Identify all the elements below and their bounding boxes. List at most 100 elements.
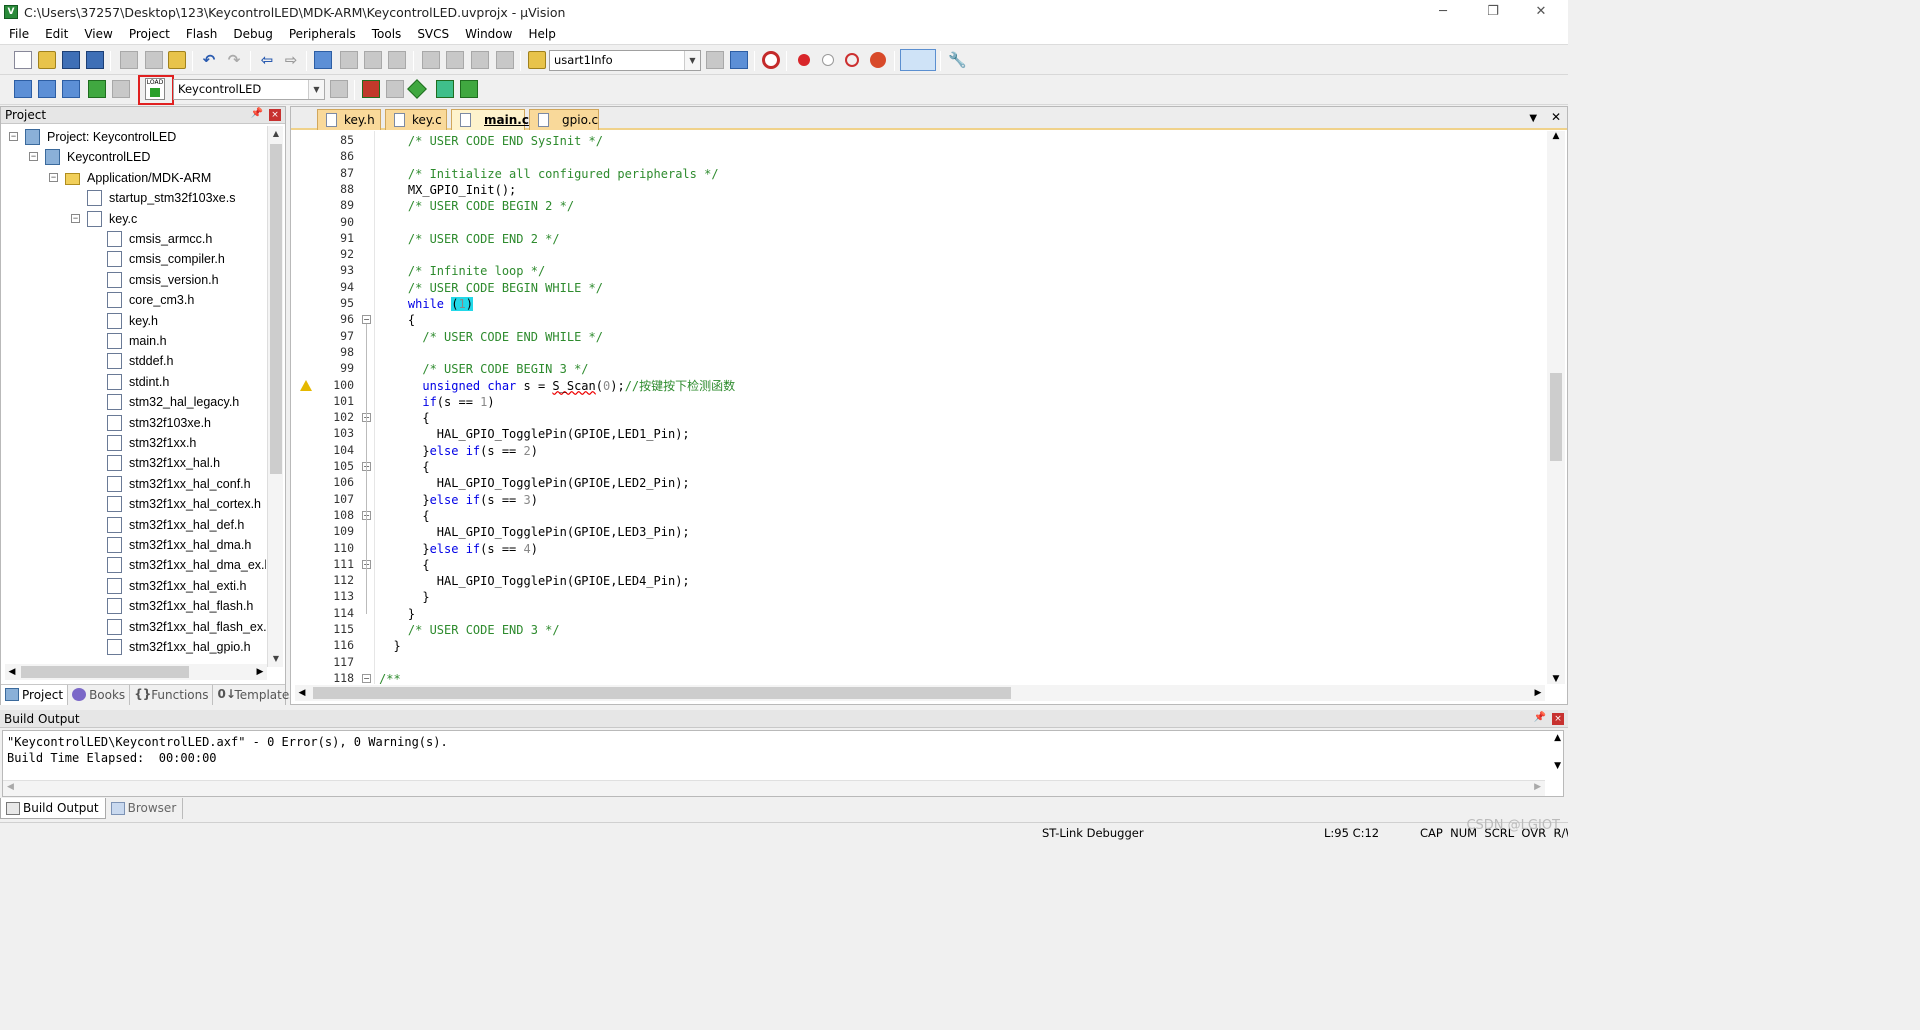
code-line[interactable]: while (1) [379,296,473,312]
unindent-icon[interactable] [446,51,464,69]
tree-item[interactable]: stm32f1xx_hal_def.h [1,515,266,535]
scroll-down-icon[interactable]: ▼ [1554,761,1561,771]
code-line[interactable]: }else if(s == 4) [379,541,538,557]
code-line[interactable]: }else if(s == 3) [379,492,538,508]
save-icon[interactable] [62,51,80,69]
fold-toggle-icon[interactable]: − [362,673,371,683]
tree-item[interactable]: stm32f1xx_hal_exti.h [1,576,266,596]
tab-main-c[interactable]: main.c [451,109,529,130]
find-combo[interactable]: usart1Info ▼ [549,50,701,71]
code-line[interactable]: /* USER CODE END 2 */ [379,231,560,247]
navigate-back-icon[interactable]: ⇦ [258,51,276,69]
bookmark-next-icon[interactable] [364,51,382,69]
code-line[interactable]: /* Initialize all configured peripherals… [379,166,719,182]
tree-item[interactable]: stm32f1xx_hal_flash.h [1,596,266,616]
tree-item[interactable]: key.h [1,311,266,331]
tree-expander-icon[interactable]: − [49,172,58,182]
menu-debug[interactable]: Debug [224,24,279,45]
manage-multi-project-icon[interactable] [386,80,404,98]
code-line[interactable]: { [379,508,429,524]
disable-breakpoints-icon[interactable] [845,53,859,67]
code-line[interactable]: HAL_GPIO_TogglePin(GPIOE,LED2_Pin); [379,475,690,491]
redo-icon[interactable]: ↷ [225,51,243,69]
code-line[interactable]: /* USER CODE BEGIN 2 */ [379,198,574,214]
tree-item[interactable]: stddef.h [1,351,266,371]
close-icon[interactable]: × [269,109,281,121]
pin-icon[interactable]: 📌 [251,108,263,119]
cut-icon[interactable] [120,51,138,69]
bookmark-clear-icon[interactable] [388,51,406,69]
tree-item[interactable]: core_cm3.h [1,290,266,310]
chevron-down-icon[interactable]: ▼ [308,80,324,99]
pack-installer-icon[interactable] [407,79,427,99]
editor-vertical-scrollbar[interactable]: ▲ ▼ [1547,131,1565,684]
project-horizontal-scrollbar[interactable]: ◀ ▶ [5,664,267,680]
manage-project-items-icon[interactable] [362,80,380,98]
tree-item[interactable]: − KeycontrolLED [1,147,266,167]
code-line[interactable]: unsigned char s = S_Scan(0);//按键按下检测函数 [379,378,735,394]
code-area[interactable]: /* USER CODE END SysInit */ /* Initializ… [379,131,1544,684]
code-line[interactable]: { [379,557,429,573]
tree-item[interactable]: cmsis_armcc.h [1,229,266,249]
menu-file[interactable]: File [0,24,36,45]
menu-help[interactable]: Help [519,24,562,45]
tree-item[interactable]: cmsis_version.h [1,270,266,290]
code-line[interactable]: }else if(s == 2) [379,443,538,459]
tree-item[interactable]: stm32f1xx_hal_dma.h [1,535,266,555]
save-all-icon[interactable] [86,51,104,69]
undo-icon[interactable]: ↶ [200,51,218,69]
code-line[interactable]: /* Infinite loop */ [379,263,545,279]
start-debug-icon[interactable] [762,51,780,69]
indent-icon[interactable] [422,51,440,69]
code-line[interactable]: { [379,410,429,426]
tab-build-output[interactable]: Build Output [0,798,106,819]
tree-item[interactable]: − Project: KeycontrolLED [1,127,266,147]
stop-build-icon[interactable] [112,80,130,98]
scroll-left-icon[interactable]: ◀ [7,782,14,792]
target-combo[interactable]: KeycontrolLED ▼ [173,79,325,100]
window-layout-icon[interactable] [900,49,936,71]
scroll-down-icon[interactable]: ▼ [268,651,284,667]
comment-icon[interactable] [471,51,489,69]
uncomment-icon[interactable] [496,51,514,69]
menu-tools[interactable]: Tools [363,24,409,45]
find-icon[interactable] [706,51,724,69]
incremental-find-icon[interactable] [730,51,748,69]
tree-item[interactable]: stm32f1xx_hal_conf.h [1,474,266,494]
tab-browser[interactable]: Browser [106,798,184,819]
tab-templates[interactable]: 0↓ Templates [213,685,301,705]
load-download-icon[interactable]: LOAD [145,78,165,100]
code-line[interactable]: HAL_GPIO_TogglePin(GPIOE,LED1_Pin); [379,426,690,442]
code-line[interactable]: MX_GPIO_Init(); [379,182,516,198]
code-line[interactable]: /** [379,671,401,684]
tree-item[interactable]: stm32f1xx_hal.h [1,453,266,473]
find-in-files-icon[interactable] [528,51,546,69]
code-line[interactable]: { [379,459,429,475]
translate-icon[interactable] [14,80,32,98]
scroll-left-icon[interactable]: ◀ [295,685,309,701]
tab-key-h[interactable]: key.h [317,109,381,130]
copy-icon[interactable] [145,51,163,69]
code-line[interactable]: { [379,312,415,328]
minimize-button[interactable]: ─ [1420,0,1466,24]
code-line[interactable]: /* USER CODE END WHILE */ [379,329,603,345]
menu-window[interactable]: Window [456,24,519,45]
tree-item[interactable]: stm32f1xx_hal_dma_ex.h [1,555,266,575]
manage-rte-icon[interactable] [460,80,478,98]
code-line[interactable]: /* USER CODE BEGIN 3 */ [379,361,588,377]
chevron-down-icon[interactable]: ▼ [684,51,700,70]
build-horizontal-scrollbar[interactable]: ◀ ▶ [3,780,1545,796]
editor-horizontal-scrollbar[interactable]: ◀ ▶ [295,685,1545,701]
scroll-up-icon[interactable]: ▲ [268,126,284,142]
menu-view[interactable]: View [75,24,119,45]
tree-item[interactable]: cmsis_compiler.h [1,249,266,269]
tree-expander-icon[interactable]: − [71,213,80,223]
select-packs-icon[interactable] [436,80,454,98]
tab-functions[interactable]: {} Functions [130,685,214,705]
scroll-thumb[interactable] [1550,373,1562,461]
open-file-icon[interactable] [38,51,56,69]
code-line[interactable]: /* USER CODE BEGIN WHILE */ [379,280,603,296]
tree-item[interactable]: − key.c [1,209,266,229]
navigate-forward-icon[interactable]: ⇨ [282,51,300,69]
tree-item[interactable]: stdint.h [1,372,266,392]
